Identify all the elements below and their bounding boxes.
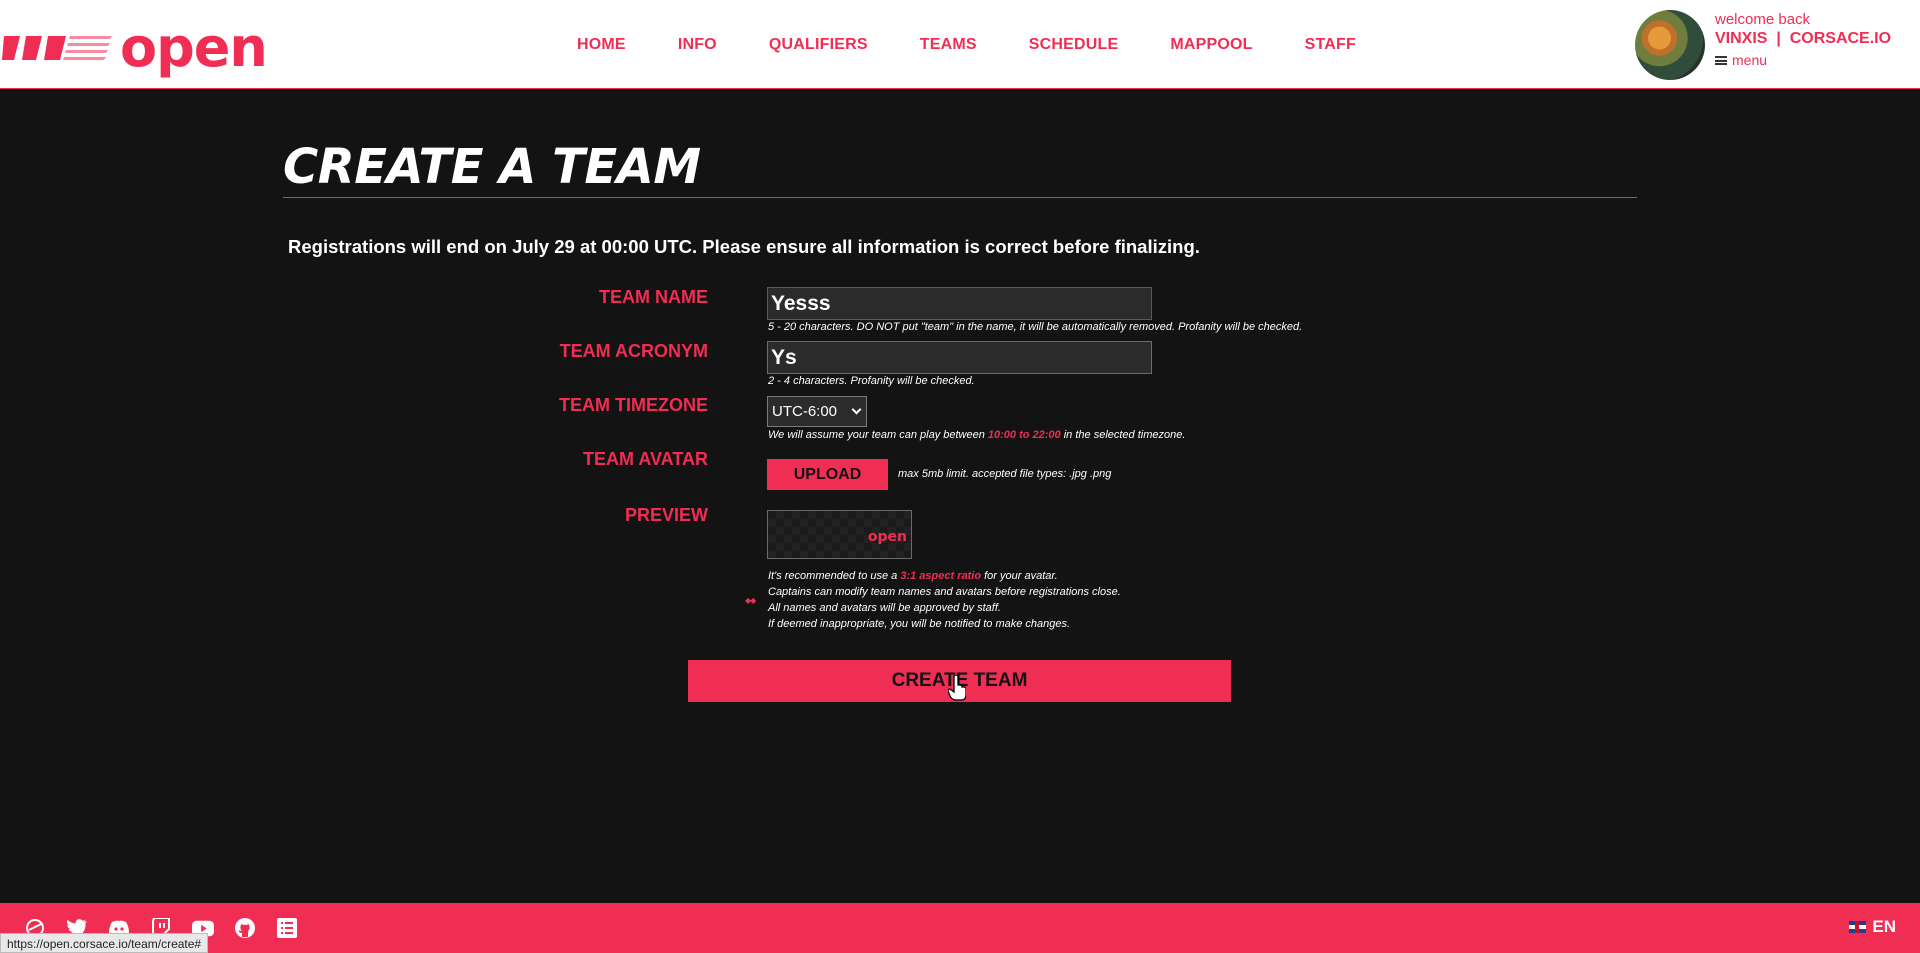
logo-mark-icon [2,36,112,60]
team-acronym-label: TEAM ACRONYM [559,341,708,361]
site-footer: EN [0,903,1920,953]
uk-flag-icon [1849,921,1867,933]
nav-staff[interactable]: STAFF [1305,36,1356,54]
note1-pre: It's recommended to use a [768,570,898,582]
site-header: open HOME INFO QUALIFIERS TEAMS SCHEDULE… [0,0,1920,89]
menu-label: menu [1732,52,1768,68]
note-line-2: Captains can modify team names and avata… [768,586,1121,598]
chevron-down-icon [851,404,862,415]
hand-cursor-icon [948,675,966,701]
nav-info[interactable]: INFO [678,36,717,54]
team-avatar-label: TEAM AVATAR [583,449,708,469]
user-panel: welcome back VINXIS | CORSACE.IO menu [1635,9,1920,81]
timezone-value: UTC-6:00 [772,403,838,420]
avatar[interactable] [1635,10,1705,80]
timezone-hint-post: in the selected timezone. [1063,429,1186,441]
diamond-icon: ◆◆ [745,596,756,605]
team-name-hint: 5 - 20 characters. DO NOT put "team" in … [768,321,1303,333]
site-logo[interactable]: open [0,16,270,79]
nav-home[interactable]: HOME [577,36,626,54]
logo-wordmark: open [120,16,268,79]
nav-teams[interactable]: TEAMS [920,36,977,54]
language-label: EN [1872,917,1896,936]
team-name-label: TEAM NAME [599,287,708,307]
language-selector[interactable]: EN [1849,917,1896,937]
registration-notice: Registrations will end on July 29 at 00:… [288,236,1200,257]
timezone-hint: We will assume your team can play betwee… [768,429,1185,441]
team-acronym-input[interactable]: Ys [767,341,1152,374]
username: VINXIS | CORSACE.IO [1715,30,1892,47]
timezone-hint-pre: We will assume your team can play betwee… [768,429,985,441]
nav-qualifiers[interactable]: QUALIFIERS [769,36,868,54]
github-icon[interactable] [234,917,256,939]
welcome-text: welcome back [1715,11,1811,28]
note-line-4: If deemed inappropriate, you will be not… [768,618,1071,630]
team-acronym-hint: 2 - 4 characters. Profanity will be chec… [768,375,975,387]
timezone-select[interactable]: UTC-6:00 [767,396,867,427]
note1-post: for your avatar. [984,570,1058,582]
upload-button[interactable]: UPLOAD [767,459,888,490]
note-line-3: All names and avatars will be approved b… [768,602,1001,614]
timezone-hint-range: 10:00 to 22:00 [987,429,1061,441]
nav-schedule[interactable]: SCHEDULE [1029,36,1119,54]
nav-mappool[interactable]: MAPPOOL [1170,36,1252,54]
user-text: welcome back VINXIS | CORSACE.IO menu [1715,11,1891,68]
preview-label: PREVIEW [624,505,708,525]
preview-logo: open [867,529,907,545]
team-name-input[interactable]: Yesss [767,287,1152,320]
note1-highlight: 3:1 aspect ratio [900,570,982,582]
title-divider [283,197,1637,198]
list-icon[interactable] [276,917,298,939]
status-bar-url: https://open.corsace.io/team/create# [0,933,209,953]
menu-button[interactable]: menu [1715,52,1891,68]
main-nav: HOME INFO QUALIFIERS TEAMS SCHEDULE MAPP… [577,0,1408,89]
note-line-1: It's recommended to use a 3:1 aspect rat… [768,568,1121,584]
upload-hint: max 5mb limit. accepted file types: .jpg… [898,468,1112,480]
avatar-preview: open [767,510,912,559]
avatar-notes: It's recommended to use a 3:1 aspect rat… [768,568,1121,632]
hamburger-icon [1715,55,1727,65]
page-title: CREATE A TEAM [283,139,701,195]
team-timezone-label: TEAM TIMEZONE [559,395,708,415]
